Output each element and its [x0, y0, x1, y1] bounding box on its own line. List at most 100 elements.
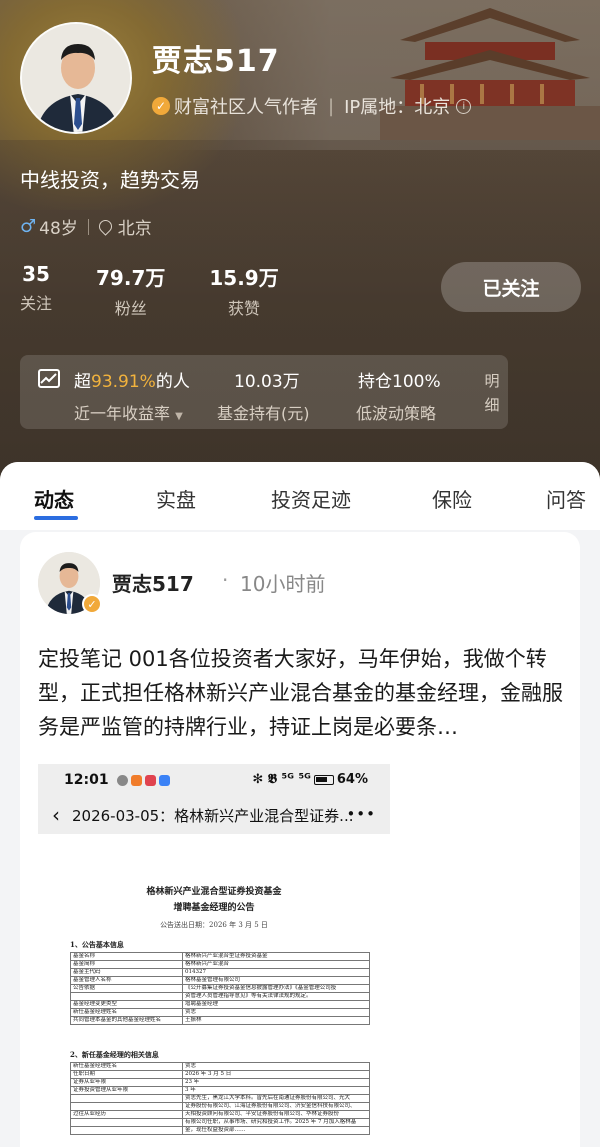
document-table-key: 任职日期 [70, 1070, 183, 1079]
document-table-key [70, 992, 183, 1001]
stat-label: 获赞 [228, 299, 261, 318]
document-table-row: 资管理人员管理指导意见》等有关法律法规的规定。 [70, 992, 370, 1001]
announcement-document: 格林新兴产业混合型证券投资基金 增聘基金经理的公告 公告送出日期：2026 年 … [38, 834, 390, 1147]
holding-column: 10.03万 基金持有(元) [217, 367, 310, 424]
document-table-value: 贾志先生，黑龙江大学本科。曾先后在南通证券股份有限公司、光大 [182, 1094, 370, 1103]
document-table-manager-info: 新任基金经理姓名 贾志 任职日期 2026 年 3 月 5 日证券从业年限 23 年证券… [70, 1062, 370, 1135]
document-table-row: 证券从业年限 23 年 [70, 1078, 370, 1087]
document-table-value: 贾志 [182, 1008, 370, 1017]
stat-label: 粉丝 [114, 299, 147, 318]
document-section-1: 1、公告基本信息 [70, 940, 124, 949]
verified-badge-icon: ✓ [152, 97, 170, 115]
stat-following[interactable]: 35 关注 [20, 262, 52, 319]
image-status-time: 12:01 [64, 772, 109, 788]
tab-bar: 动态 实盘 投资足迹 保险 问答 [0, 462, 600, 530]
document-table-key: 基金主代码 [70, 968, 183, 977]
document-table-value: 有限公司任职，从事市场、研究和投资工作。2025 年 7 月加入格林基 [182, 1118, 370, 1127]
document-table-key: 基金经理变更类型 [70, 1000, 183, 1009]
image-status-bar: 12:01 ✻ 𝕭 ⁵ᴳ ⁵ᴳ 64% [38, 764, 390, 796]
document-table-key: 基金简称 [70, 960, 183, 969]
male-gender-icon: ♂ [20, 216, 37, 237]
info-icon[interactable]: i [456, 98, 472, 114]
post-author-name[interactable]: 贾志517 [112, 568, 194, 597]
tab-insurance[interactable]: 保险 [432, 484, 472, 513]
person-portrait-icon [22, 24, 130, 132]
document-table-row: 共同管理本基金的其他基金经理姓名 王振林 [70, 1016, 370, 1025]
content-panel: 动态 实盘 投资足迹 保险 问答 ✓ 贾志517 · 10小时前 定投笔记 00… [0, 462, 600, 1147]
document-table-row: 基金名称 格林新兴产业混合型证券投资基金 [70, 952, 370, 961]
tab-investment-footprint[interactable]: 投资足迹 [271, 484, 351, 513]
document-title: 格林新兴产业混合型证券投资基金 增聘基金经理的公告 [146, 887, 282, 913]
document-table-value: 天相投资顾问有限公司、平安证券股份有限公司、华林证券股份 [182, 1110, 370, 1119]
return-rate-label[interactable]: 近一年收益率 ▼ [74, 400, 190, 424]
document-table-key: 证券从业年限 [70, 1078, 183, 1087]
meta-divider [87, 218, 89, 235]
document-table-row: 证券投资管理从业年限 3 年 [70, 1086, 370, 1095]
document-table-key: 证券投资管理从业年限 [70, 1086, 183, 1095]
document-table-value: 《公开募集证券投资基金信息披露管理办法》《基金管理公司投 [182, 984, 370, 993]
document-date: 公告送出日期：2026 年 3 月 5 日 [160, 921, 268, 929]
tab-live-portfolio[interactable]: 实盘 [156, 484, 196, 513]
performance-card[interactable]: 超93.91%的人 近一年收益率 ▼ 10.03万 基金持有(元) 持仓100%… [20, 355, 508, 429]
stat-value: 15.9万 [209, 266, 279, 290]
image-nav-bar: ‹ 2026-03-05：格林新兴产业混合型证券... ••• [38, 796, 390, 834]
post-meta-dot: · [222, 568, 229, 592]
document-table-row: 新任基金经理姓名 贾志 [70, 1008, 370, 1017]
document-table-value: 贾志 [182, 1062, 370, 1071]
tab-qa[interactable]: 问答 [546, 484, 586, 513]
image-nav-title: 2026-03-05：格林新兴产业混合型证券... [72, 806, 354, 825]
holding-label: 基金持有(元) [217, 404, 310, 423]
stat-likes[interactable]: 15.9万 获赞 [209, 262, 278, 319]
document-table-value: 格林新兴产业混合型证券投资基金 [182, 952, 370, 961]
document-table-key [70, 1094, 183, 1103]
profile-avatar[interactable] [20, 22, 132, 134]
document-table-value: 格林新兴产业混合 [182, 960, 370, 969]
document-table-value: 014327 [182, 968, 370, 977]
app-notification-icons [116, 774, 173, 786]
document-table-key [70, 1118, 183, 1127]
profile-location: 北京 [117, 219, 152, 239]
position-label: 低波动策略 [356, 404, 437, 423]
document-table-row: 基金经理变更类型 增聘基金经理 [70, 1000, 370, 1009]
document-table-value: 金，现任权益投资部…… [182, 1126, 370, 1135]
return-rate-value: 超93.91%的人 [74, 372, 190, 392]
document-table-key: 基金名称 [70, 952, 183, 961]
detail-link[interactable]: 明细 [482, 369, 502, 417]
profile-header: 贾志517 ✓ 财富社区人气作者 | IP属地：北京 i 中线投资，趋势交易 ♂… [0, 0, 600, 520]
stat-label: 关注 [20, 294, 53, 313]
document-table-row: 证券股份有限公司、江海证券股份有限公司、济安金信科技有限公司、 [70, 1102, 370, 1111]
post-body-text[interactable]: 定投笔记 001各位投资者大家好，马年伊始，我做个转型，正式担任格林新兴产业混合… [38, 642, 568, 744]
signal-icons: ✻ 𝕭 ⁵ᴳ ⁵ᴳ [252, 772, 311, 787]
profile-tag-row: ✓ 财富社区人气作者 | IP属地：北京 i [152, 92, 472, 120]
document-table-row: 新任基金经理姓名 贾志 [70, 1062, 370, 1071]
stat-value: 79.7万 [96, 266, 166, 290]
back-arrow-icon: ‹ [52, 803, 60, 827]
document-table-row: 基金管理人名称 格林基金管理有限公司 [70, 976, 370, 985]
document-table-key: 新任基金经理姓名 [70, 1008, 183, 1017]
dropdown-triangle-icon: ▼ [175, 411, 183, 422]
document-table-basic-info: 基金名称 格林新兴产业混合型证券投资基金 基金简称 格林新兴产业混合 基金主代码 0143… [70, 952, 370, 1025]
document-table-value: 23 年 [182, 1078, 370, 1087]
document-table-key [70, 1126, 183, 1135]
document-table-key: 共同管理本基金的其他基金经理姓名 [70, 1016, 183, 1025]
document-table-key [70, 1102, 183, 1111]
profile-stats: 35 关注 79.7万 粉丝 15.9万 获赞 [20, 262, 323, 319]
trend-chart-icon [38, 369, 60, 388]
position-value: 持仓100% [358, 372, 441, 392]
author-badge-label: 财富社区人气作者 [174, 97, 318, 118]
battery-icon [313, 774, 334, 785]
document-table-value: 2026 年 3 月 5 日 [182, 1070, 370, 1079]
profile-motto: 中线投资，趋势交易 [20, 168, 200, 192]
post-image[interactable]: 12:01 ✻ 𝕭 ⁵ᴳ ⁵ᴳ 64% ‹ 2026-03-05：格林新兴产业混… [38, 764, 390, 1147]
document-table-row: 贾志先生，黑龙江大学本科。曾先后在南通证券股份有限公司、光大 [70, 1094, 370, 1103]
image-status-right: ✻ 𝕭 ⁵ᴳ ⁵ᴳ 64% [252, 772, 368, 787]
profile-name: 贾志517 [152, 44, 280, 79]
document-table-value: 格林基金管理有限公司 [182, 976, 370, 985]
follow-button[interactable]: 已关注 [441, 262, 581, 312]
document-table-key: 基金管理人名称 [70, 976, 183, 985]
tab-updates[interactable]: 动态 [34, 484, 74, 513]
verified-badge-icon: ✓ [82, 594, 102, 614]
post-card[interactable]: ✓ 贾志517 · 10小时前 定投笔记 001各位投资者大家好，马年伊始，我做… [20, 532, 580, 1147]
stat-followers[interactable]: 79.7万 粉丝 [96, 262, 165, 319]
document-table-row: 过往从业经历 天相投资顾问有限公司、平安证券股份有限公司、华林证券股份 [70, 1110, 370, 1119]
